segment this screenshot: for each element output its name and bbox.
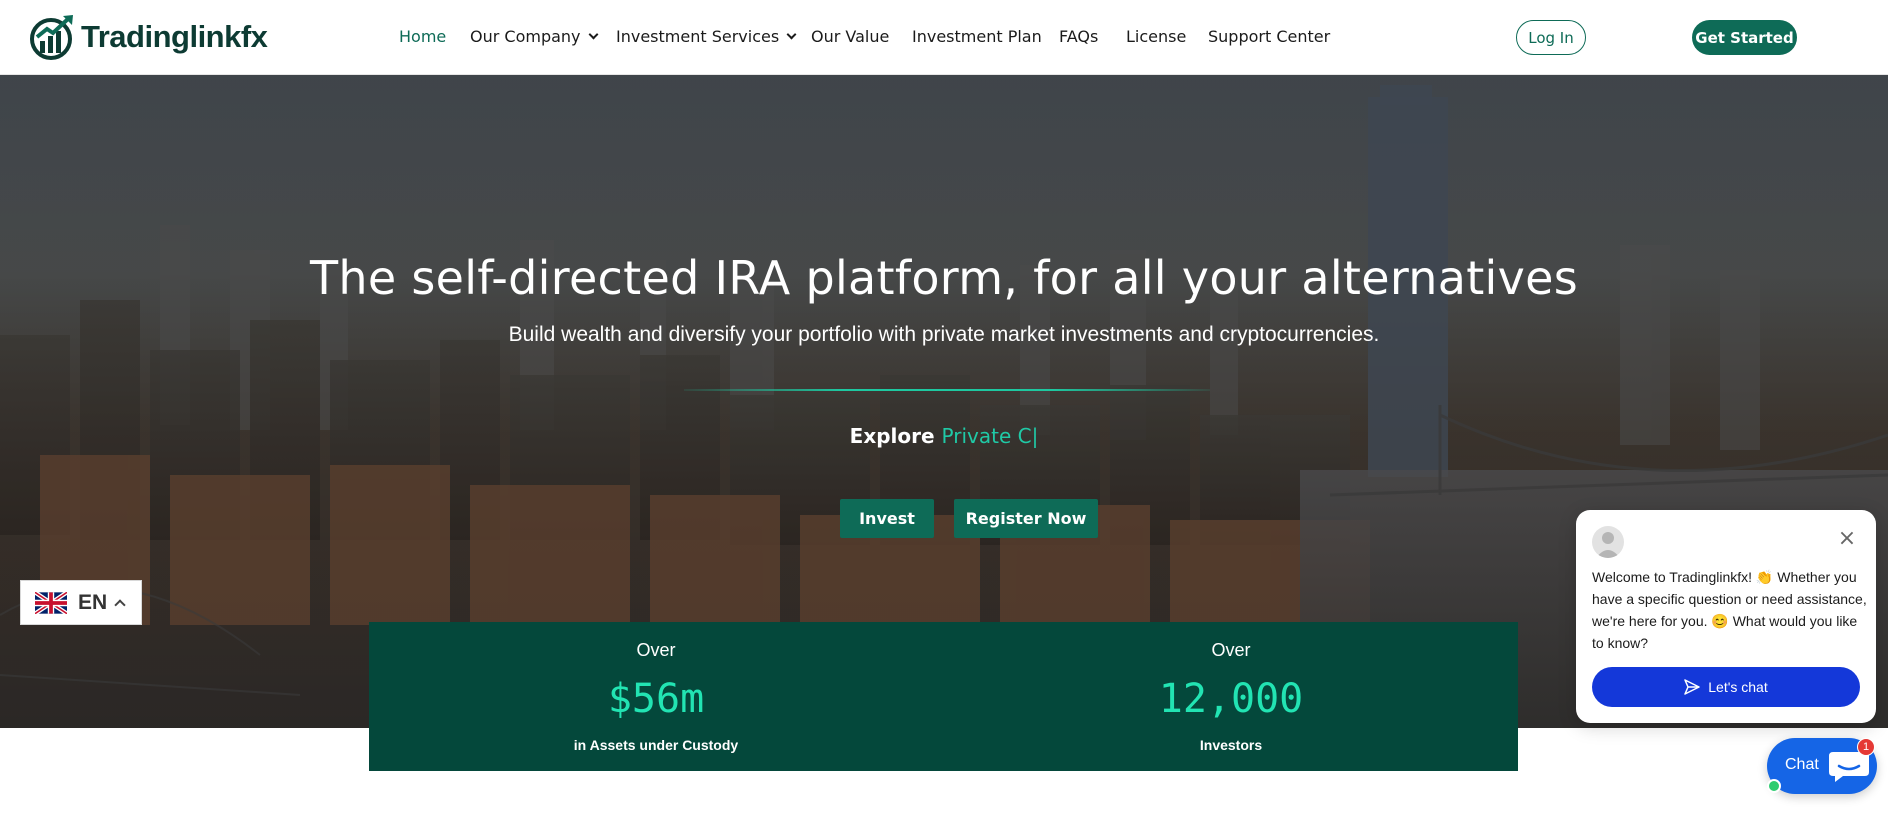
brand-logo[interactable]: Tradinglinkfx (29, 13, 268, 61)
online-status-dot (1767, 779, 1781, 793)
nav-our-value[interactable]: Our Value (811, 27, 889, 46)
invest-button[interactable]: Invest (840, 499, 934, 538)
close-icon[interactable]: × (1836, 528, 1858, 550)
user-silhouette-icon (1596, 532, 1620, 558)
nav-license[interactable]: License (1126, 27, 1186, 46)
nav-support-center[interactable]: Support Center (1208, 27, 1330, 46)
nav-investment-services[interactable]: Investment Services (616, 27, 797, 46)
explore-highlight: Private C| (941, 424, 1039, 448)
stats-panel: Over $56m in Assets under Custody Over 1… (369, 622, 1518, 771)
register-now-button[interactable]: Register Now (954, 499, 1098, 538)
nav-home[interactable]: Home (399, 27, 446, 46)
send-icon (1684, 679, 1700, 695)
nav-investment-services-label: Investment Services (616, 27, 780, 46)
nav-our-company[interactable]: Our Company (470, 27, 598, 46)
stat-value: $56m (607, 676, 705, 722)
stat-over-label: Over (1211, 640, 1251, 660)
lets-chat-label: Let's chat (1708, 679, 1768, 695)
chat-welcome-popup: × Welcome to Tradinglinkfx! 👏 Whether yo… (1576, 510, 1876, 723)
nav-our-company-label: Our Company (470, 27, 581, 46)
explore-prefix: Explore (849, 424, 935, 448)
stat-over-label: Over (636, 640, 676, 660)
nav-home-label: Home (399, 27, 447, 46)
hero-title: The self-directed IRA platform, for all … (309, 251, 1579, 305)
brand-name: Tradinglinkfx (81, 19, 268, 54)
agent-avatar (1592, 526, 1624, 558)
lets-chat-button[interactable]: Let's chat (1592, 667, 1860, 707)
stat-investors: Over 12,000 Investors (944, 622, 1518, 771)
nav-our-value-label: Our Value (811, 27, 890, 46)
language-code: EN (78, 590, 108, 614)
chat-launcher[interactable]: Chat 1 (1767, 738, 1877, 794)
login-button[interactable]: Log In (1516, 20, 1586, 55)
stat-caption: Investors (1199, 737, 1263, 753)
stat-caption: in Assets under Custody (573, 737, 739, 753)
uk-flag-icon (35, 591, 67, 614)
unread-badge: 1 (1857, 738, 1875, 756)
logo-chart-icon (30, 15, 73, 60)
get-started-button[interactable]: Get Started (1692, 20, 1797, 55)
hero-divider (684, 389, 1210, 391)
nav-faqs-label: FAQs (1059, 27, 1099, 46)
stat-value: 12,000 (1158, 676, 1304, 722)
explore-typewriter: Explore Private C| (0, 424, 1888, 448)
language-selector[interactable]: EN (20, 580, 142, 625)
nav-investment-plan-label: Investment Plan (912, 27, 1042, 46)
chevron-up-icon (114, 599, 126, 611)
nav-license-label: License (1126, 27, 1187, 46)
hero-subtitle: Build wealth and diversify your portfoli… (508, 323, 1380, 346)
top-navbar: Tradinglinkfx Home Our Company Investmen… (0, 0, 1888, 75)
stat-assets: Over $56m in Assets under Custody (369, 622, 943, 771)
nav-investment-plan[interactable]: Investment Plan (912, 27, 1042, 46)
nav-support-center-label: Support Center (1208, 27, 1331, 46)
chat-welcome-message: Welcome to Tradinglinkfx! 👏 Whether you … (1592, 569, 1867, 651)
chevron-down-icon (588, 29, 598, 39)
chat-launcher-label: Chat (1785, 756, 1819, 773)
chevron-down-icon (786, 29, 797, 39)
nav-faqs[interactable]: FAQs (1059, 27, 1098, 46)
